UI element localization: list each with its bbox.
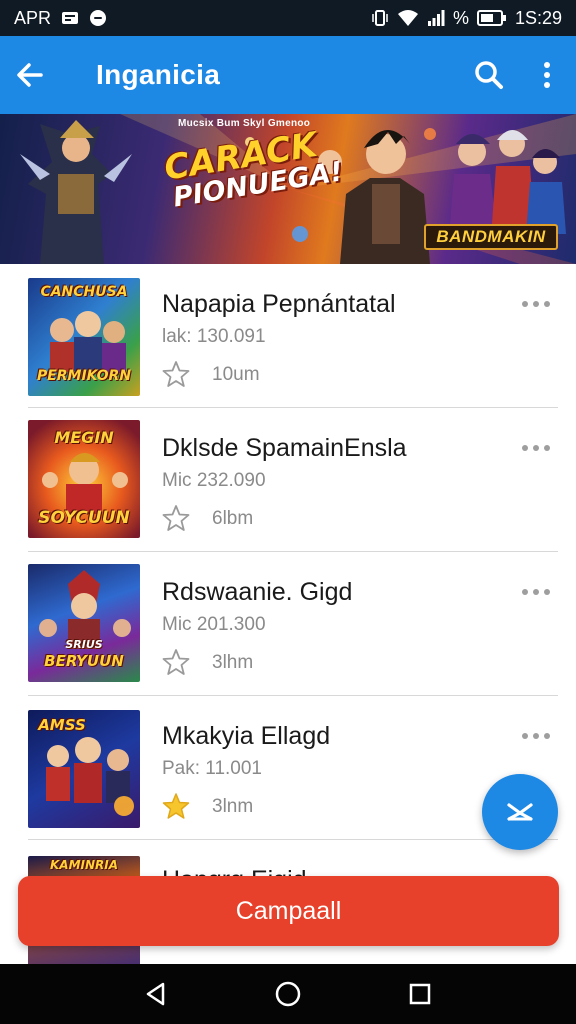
back-button[interactable] (0, 36, 60, 114)
dot-icon (544, 589, 550, 595)
overflow-menu-button[interactable] (518, 36, 576, 114)
home-circle-icon (275, 981, 301, 1007)
star-filled-icon[interactable] (162, 792, 190, 820)
battery-icon (476, 10, 507, 26)
status-time: 1S:29 (514, 7, 562, 28)
dot-icon (533, 589, 539, 595)
thumbnail-title-top: CANCHUSA (40, 284, 128, 300)
list-item[interactable]: CANCHUSA PERMIKORN Napapia Pepnántatal l… (0, 264, 576, 408)
item-title: Dklsde SpamainEnsla (162, 434, 407, 462)
search-button[interactable] (460, 36, 518, 114)
app-bar: Inganicia (0, 36, 576, 114)
dismiss-icon (507, 803, 533, 821)
thumbnail-title-top: SRIUS (65, 638, 103, 651)
dot-icon (522, 733, 528, 739)
nav-home-button[interactable] (263, 969, 313, 1019)
search-icon (475, 61, 503, 89)
recents-square-icon (409, 983, 431, 1005)
game-thumbnail: MEGIN SOYCUUN (28, 420, 140, 538)
item-more-button[interactable] (514, 724, 558, 748)
arrow-left-icon (17, 63, 43, 87)
dot-icon (522, 589, 528, 595)
dot-icon (533, 733, 539, 739)
item-more-button[interactable] (514, 292, 558, 316)
item-rating: 6lbm (212, 508, 254, 529)
vibrate-icon (371, 9, 389, 27)
game-thumbnail: AMSS (28, 710, 140, 828)
item-title: Rdswaanie. Gigd (162, 578, 353, 606)
nav-back-button[interactable] (131, 969, 181, 1019)
back-triangle-icon (146, 982, 165, 1006)
thumbnail-title-top: MEGIN (54, 428, 114, 447)
item-more-button[interactable] (514, 436, 558, 460)
system-nav-bar (0, 964, 576, 1024)
dot-icon (533, 445, 539, 451)
list-item[interactable]: SRIUS BERYUUN Rdswaanie. Gigd Mic 201.30… (0, 552, 576, 696)
list-item[interactable]: MEGIN SOYCUUN Dklsde SpamainEnsla Mic 23… (0, 408, 576, 552)
item-meta: Mic 232.090 (162, 470, 266, 491)
banner-brand-logo: BANDMAKIN (424, 224, 558, 250)
item-title: Mkakyia Ellagd (162, 722, 331, 750)
nav-recents-button[interactable] (395, 969, 445, 1019)
wifi-icon (397, 9, 419, 27)
dot-icon (544, 733, 550, 739)
dot-icon (544, 445, 550, 451)
dot-icon (533, 301, 539, 307)
item-rating: 3lhm (212, 652, 254, 673)
item-title: Napapia Pepnántatal (162, 290, 396, 318)
star-outline-icon[interactable] (162, 648, 190, 676)
item-rating: 10um (212, 364, 260, 385)
hero-left-figure (20, 120, 132, 264)
promo-banner[interactable]: Mucsix Bum Skyl Gmenoo CARACK PIONUEGA! … (0, 114, 576, 264)
item-meta: Mic 201.300 (162, 614, 266, 635)
game-thumbnail: SRIUS BERYUUN (28, 564, 140, 682)
message-icon (61, 10, 79, 26)
star-outline-icon[interactable] (162, 360, 190, 388)
carrier-label: APR (14, 7, 52, 28)
item-meta: lak: 130.091 (162, 326, 266, 347)
page-title: Inganicia (96, 59, 221, 90)
dot-icon (522, 445, 528, 451)
thumbnail-title-bottom: PERMIKORN (36, 368, 132, 384)
game-thumbnail: CANCHUSA PERMIKORN (28, 278, 140, 396)
dot-icon (522, 301, 528, 307)
signal-icon (427, 9, 445, 27)
thumbnail-title-top: KAMINRIA (49, 858, 119, 872)
item-more-button[interactable] (514, 580, 558, 604)
item-meta: Pak: 11.001 (162, 758, 263, 779)
thumbnail-title-top: AMSS (38, 716, 86, 734)
floating-action-button[interactable] (482, 774, 558, 850)
banner-small-text: Mucsix Bum Skyl Gmenoo (178, 118, 311, 129)
campaign-button[interactable]: Campaall (18, 876, 559, 946)
item-rating: 3lnm (212, 796, 254, 817)
chat-bubble-icon (89, 9, 107, 27)
battery-percent-label: % (452, 7, 469, 28)
thumbnail-title-bottom: SOYCUUN (38, 508, 130, 528)
status-bar: APR % 1S:29 (0, 0, 576, 36)
more-vert-icon (544, 62, 550, 88)
thumbnail-title-bottom: BERYUUN (44, 652, 124, 670)
star-outline-icon[interactable] (162, 504, 190, 532)
dot-icon (544, 301, 550, 307)
